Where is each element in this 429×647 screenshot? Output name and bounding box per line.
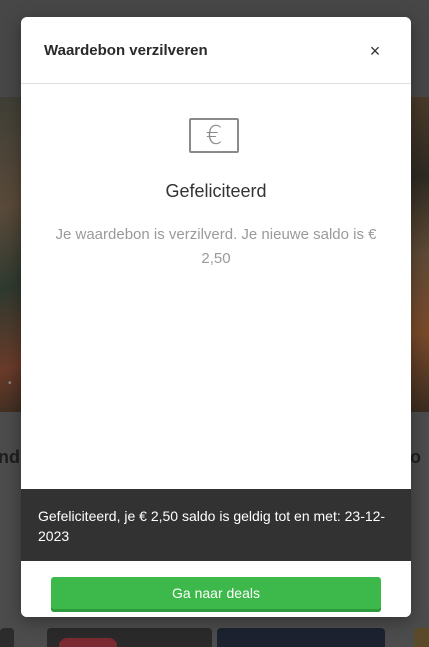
background-deal-card	[414, 628, 429, 647]
euro-voucher-icon: €	[189, 118, 239, 153]
background-text-left: nd	[0, 447, 20, 467]
background-deal-badge	[59, 638, 117, 647]
success-heading: Gefeliciteerd	[165, 181, 267, 201]
background-text-right: o	[410, 447, 421, 467]
redeem-voucher-modal: Waardebon verzilveren × € Gefeliciteerd …	[21, 17, 411, 617]
go-to-deals-button[interactable]: Ga naar deals	[51, 577, 381, 612]
background-deal-card	[217, 628, 385, 647]
background-photo-right	[411, 97, 429, 412]
close-icon: ×	[369, 40, 381, 61]
modal-header: Waardebon verzilveren ×	[21, 17, 411, 84]
background-deal-card	[0, 628, 14, 647]
modal-title: Waardebon verzilveren	[44, 42, 208, 59]
carousel-dots: •	[8, 378, 15, 389]
success-message: Je waardebon is verzilverd. Je nieuwe sa…	[55, 226, 377, 267]
toast-notification: Gefeliciteerd, je € 2,50 saldo is geldig…	[21, 489, 411, 561]
toast-text: Gefeliciteerd, je € 2,50 saldo is geldig…	[38, 508, 386, 544]
close-button[interactable]: ×	[363, 39, 387, 63]
background-photo-left	[0, 97, 22, 412]
euro-glyph: €	[205, 120, 223, 151]
modal-footer: Ga naar deals	[21, 561, 411, 617]
